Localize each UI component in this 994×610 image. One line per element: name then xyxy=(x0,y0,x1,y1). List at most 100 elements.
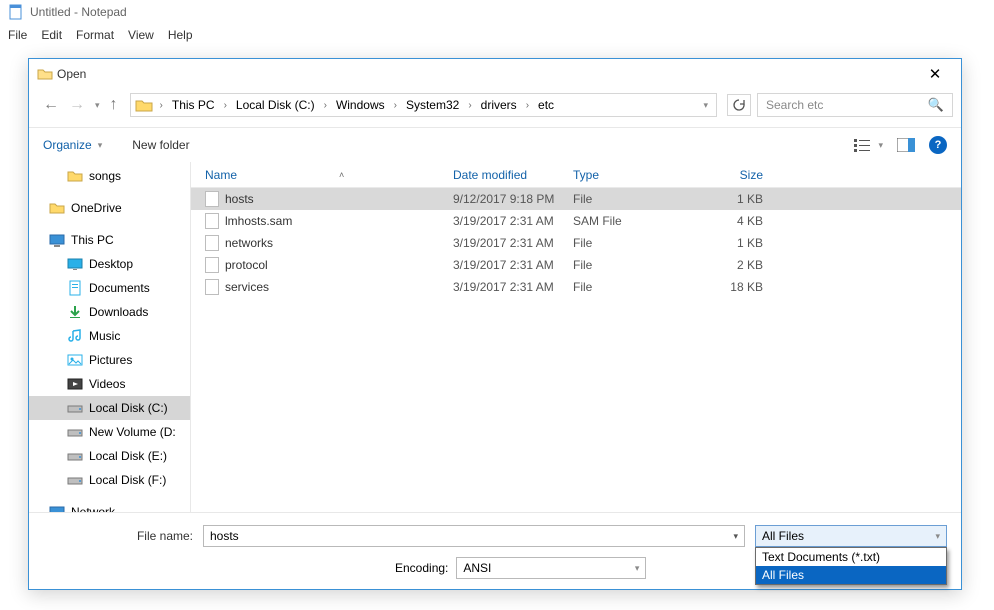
breadcrumb-seg-windows[interactable]: Windows xyxy=(332,98,389,112)
chevron-right-icon[interactable]: › xyxy=(463,100,476,111)
help-button[interactable]: ? xyxy=(929,136,947,154)
filetype-filter-select[interactable]: All Files ▾ xyxy=(755,525,947,547)
menu-file[interactable]: File xyxy=(8,28,27,42)
menu-edit[interactable]: Edit xyxy=(41,28,62,42)
chevron-down-icon[interactable]: ▾ xyxy=(733,531,738,542)
col-type-header[interactable]: Type xyxy=(573,168,693,182)
file-name: networks xyxy=(225,236,273,250)
tree-node-label: Pictures xyxy=(89,353,132,367)
tree-node[interactable]: OneDrive xyxy=(29,196,190,220)
tree-node-label: Music xyxy=(89,329,120,343)
nav-history-dropdown[interactable]: ▾ xyxy=(95,100,100,111)
filename-input[interactable]: hosts ▾ xyxy=(203,525,745,547)
file-row[interactable]: networks3/19/2017 2:31 AMFile1 KB xyxy=(191,232,961,254)
tree-node[interactable]: Videos xyxy=(29,372,190,396)
tree-node[interactable]: Local Disk (C:) xyxy=(29,396,190,420)
tree-node-label: Local Disk (C:) xyxy=(89,401,168,415)
file-size: 1 KB xyxy=(693,192,763,206)
filter-option-txt[interactable]: Text Documents (*.txt) xyxy=(756,548,946,566)
menu-view[interactable]: View xyxy=(128,28,154,42)
filetype-filter-dropdown: Text Documents (*.txt) All Files xyxy=(755,547,947,585)
file-date: 3/19/2017 2:31 AM xyxy=(453,280,573,294)
tree-node[interactable]: This PC xyxy=(29,228,190,252)
breadcrumb-seg-system32[interactable]: System32 xyxy=(402,98,463,112)
tree-node[interactable]: Pictures xyxy=(29,348,190,372)
col-date-header[interactable]: Date modified xyxy=(453,168,573,182)
chevron-right-icon[interactable]: › xyxy=(155,100,168,111)
chevron-right-icon[interactable]: › xyxy=(389,100,402,111)
file-row[interactable]: hosts9/12/2017 9:18 PMFile1 KB xyxy=(191,188,961,210)
chevron-right-icon[interactable]: › xyxy=(219,100,232,111)
file-icon xyxy=(205,257,219,273)
file-name: hosts xyxy=(225,192,254,206)
file-list-body[interactable]: hosts 9/12/2017 9:18 PM File 1 KB lmhosts.sa… xyxy=(191,188,961,512)
chevron-right-icon[interactable]: › xyxy=(521,100,534,111)
chevron-down-icon: ▾ xyxy=(935,531,940,542)
file-name: protocol xyxy=(225,258,268,272)
tree-node[interactable]: Music xyxy=(29,324,190,348)
tree-node[interactable]: Downloads xyxy=(29,300,190,324)
organize-menu[interactable]: Organize ▾ xyxy=(43,138,102,152)
nav-back-button[interactable]: ← xyxy=(43,96,59,114)
drive-icon xyxy=(67,424,83,440)
notepad-title: Untitled - Notepad xyxy=(30,5,127,19)
preview-pane-button[interactable] xyxy=(897,138,915,152)
tree-node[interactable]: New Volume (D: xyxy=(29,420,190,444)
breadcrumb-folder-icon xyxy=(135,96,153,114)
search-input[interactable]: Search etc 🔍 xyxy=(757,93,953,117)
menu-help[interactable]: Help xyxy=(168,28,193,42)
filename-label: File name: xyxy=(43,529,193,543)
videos-icon xyxy=(67,376,83,392)
tree-node-label: New Volume (D: xyxy=(89,425,176,439)
file-type: File xyxy=(573,236,693,250)
refresh-button[interactable] xyxy=(727,94,751,116)
file-row[interactable]: protocol3/19/2017 2:31 AMFile2 KB xyxy=(191,254,961,276)
file-date: 3/19/2017 2:31 AM xyxy=(453,258,573,272)
file-list: Name ˄ Date modified Type Size hosts 9/12… xyxy=(191,162,961,512)
file-name: services xyxy=(225,280,269,294)
file-row[interactable]: lmhosts.sam3/19/2017 2:31 AMSAM File4 KB xyxy=(191,210,961,232)
tree-node[interactable]: Documents xyxy=(29,276,190,300)
chevron-down-icon: ▾ xyxy=(878,140,883,151)
menu-format[interactable]: Format xyxy=(76,28,114,42)
tree-node-label: Videos xyxy=(89,377,125,391)
filter-option-all[interactable]: All Files xyxy=(756,566,946,584)
breadcrumb-seg-c[interactable]: Local Disk (C:) xyxy=(232,98,319,112)
tree-node-label: OneDrive xyxy=(71,201,122,215)
col-size-header[interactable]: Size xyxy=(693,168,763,182)
breadcrumb-seg-etc[interactable]: etc xyxy=(534,98,558,112)
folder-icon xyxy=(37,66,53,82)
new-folder-button[interactable]: New folder xyxy=(132,138,189,152)
encoding-select[interactable]: ANSI ▾ xyxy=(456,557,646,579)
chevron-right-icon[interactable]: › xyxy=(319,100,332,111)
tree-node[interactable]: Desktop xyxy=(29,252,190,276)
file-icon xyxy=(205,279,219,295)
close-button[interactable]: ✕ xyxy=(917,65,953,83)
tree-node[interactable]: Local Disk (E:) xyxy=(29,444,190,468)
breadcrumb-seg-drivers[interactable]: drivers xyxy=(477,98,521,112)
folder-icon xyxy=(49,200,65,216)
sort-indicator-icon: ˄ xyxy=(339,170,344,180)
address-bar[interactable]: › This PC › Local Disk (C:) › Windows › … xyxy=(130,93,717,117)
tree-node[interactable]: songs xyxy=(29,164,190,188)
dialog-title: Open xyxy=(53,67,917,81)
file-date: 9/12/2017 9:18 PM xyxy=(453,192,573,206)
file-icon xyxy=(205,191,219,207)
drive-icon xyxy=(67,448,83,464)
nav-up-button[interactable]: ↑ xyxy=(110,96,118,114)
network-icon xyxy=(49,504,65,512)
col-name-header[interactable]: Name ˄ xyxy=(205,168,453,182)
downloads-icon xyxy=(67,304,83,320)
view-options-button[interactable]: ▾ xyxy=(854,138,883,152)
nav-forward-button[interactable]: → xyxy=(69,96,85,114)
column-headers[interactable]: Name ˄ Date modified Type Size xyxy=(191,162,961,188)
file-row[interactable]: services3/19/2017 2:31 AMFile18 KB xyxy=(191,276,961,298)
navigation-tree[interactable]: songs OneDrive This PCDesktopDocumentsDown… xyxy=(29,162,191,512)
tree-node-label: Local Disk (E:) xyxy=(89,449,167,463)
tree-node[interactable]: Network xyxy=(29,500,190,512)
music-icon xyxy=(67,328,83,344)
tree-node[interactable]: Local Disk (F:) xyxy=(29,468,190,492)
chevron-down-icon[interactable]: ▾ xyxy=(703,100,708,111)
notepad-titlebar: Untitled - Notepad xyxy=(0,0,994,24)
breadcrumb-seg-thispc[interactable]: This PC xyxy=(168,98,219,112)
